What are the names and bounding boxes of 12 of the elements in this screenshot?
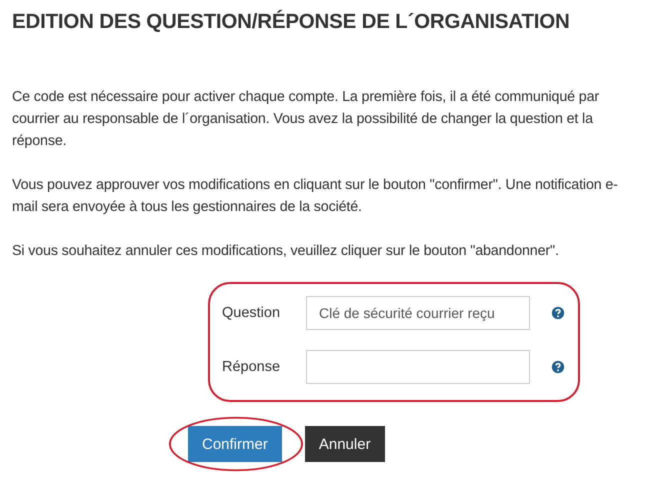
field-label: Réponse bbox=[222, 359, 282, 375]
button[interactable]: Confirmer bbox=[188, 426, 282, 462]
input-field[interactable]: Clé de sécurité courrier reçu bbox=[306, 296, 530, 330]
page-title: EDITION DES QUESTION/RÉPONSE DE L´ORGANISATION bbox=[12, 10, 571, 34]
paragraph: Vous pouvez approuver vos modifications en cliquant sur le bouton "confirmer". Une notification e-mail sera envoyée à tous les gestionnaires de la société. bbox=[12, 176, 619, 217]
input-field[interactable] bbox=[306, 350, 530, 384]
button[interactable]: Annuler bbox=[304, 426, 385, 462]
paragraph: Ce code est nécessaire pour activer chaque compte. La première fois, il a été communiqué par courrier au responsable de l´organisation. Vous avez la possibilité de changer la question et la réponse. bbox=[12, 88, 600, 151]
help-icon[interactable] bbox=[551, 306, 565, 320]
paragraph: Si vous souhaitez annuler ces modifications, veuillez cliquer sur le bouton "abandonner". bbox=[12, 242, 560, 261]
help-icon[interactable] bbox=[551, 360, 565, 374]
field-label: Question bbox=[222, 305, 282, 321]
